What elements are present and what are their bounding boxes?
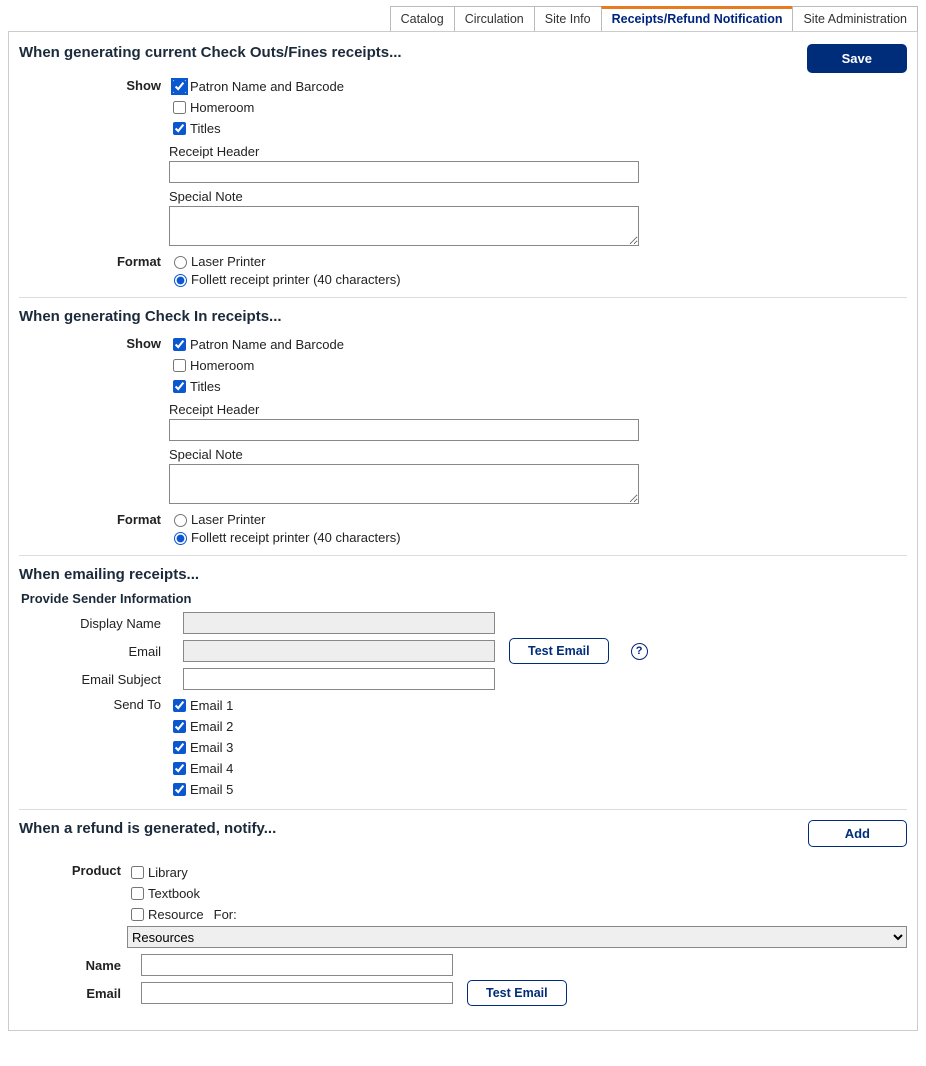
select-resource[interactable]: Resources: [127, 926, 907, 948]
section-checkouts-heading: When generating current Check Outs/Fines…: [19, 44, 907, 61]
checkbox-titles-checkouts[interactable]: [173, 122, 186, 135]
label-for: For:: [214, 907, 237, 922]
label-textbook: Textbook: [148, 886, 200, 901]
label-email3: Email 3: [190, 740, 233, 755]
help-icon[interactable]: ?: [631, 643, 648, 660]
checkbox-homeroom-checkin[interactable]: [173, 359, 186, 372]
checkbox-patron-checkin[interactable]: [173, 338, 186, 351]
label-email1: Email 1: [190, 698, 233, 713]
radio-laser-checkin[interactable]: [174, 514, 187, 527]
label-refund-name: Name: [19, 958, 127, 973]
label-display-name: Display Name: [19, 616, 169, 631]
label-format-checkin: Format: [19, 509, 169, 527]
label-sender-email: Email: [19, 644, 169, 659]
label-email5: Email 5: [190, 782, 233, 797]
main-tabs: Catalog Circulation Site Info Receipts/R…: [8, 6, 918, 32]
label-follett-checkin: Follett receipt printer (40 characters): [191, 530, 401, 545]
checkbox-resource[interactable]: [131, 908, 144, 921]
label-product: Product: [19, 861, 127, 878]
radio-follett-checkouts[interactable]: [174, 274, 187, 287]
input-email-subject[interactable]: [183, 668, 495, 690]
label-titles-checkin: Titles: [190, 379, 221, 394]
checkbox-email2[interactable]: [173, 720, 186, 733]
tab-site-administration[interactable]: Site Administration: [792, 6, 918, 31]
input-receipt-header-checkouts[interactable]: [169, 161, 639, 183]
checkbox-patron-checkouts[interactable]: [173, 80, 186, 93]
tab-circulation[interactable]: Circulation: [454, 6, 535, 31]
label-send-to: Send To: [19, 694, 169, 712]
label-resource: Resource: [148, 907, 204, 922]
input-sender-email[interactable]: [183, 640, 495, 662]
checkbox-email3[interactable]: [173, 741, 186, 754]
label-patron-checkouts: Patron Name and Barcode: [190, 79, 344, 94]
label-special-note-checkin: Special Note: [169, 447, 907, 462]
label-laser-checkin: Laser Printer: [191, 512, 265, 527]
label-email4: Email 4: [190, 761, 233, 776]
label-refund-email: Email: [19, 986, 127, 1001]
tab-receipts-refund[interactable]: Receipts/Refund Notification: [601, 6, 794, 31]
label-homeroom-checkouts: Homeroom: [190, 100, 254, 115]
label-show-checkouts: Show: [19, 75, 169, 93]
label-receipt-header-checkin: Receipt Header: [169, 402, 907, 417]
radio-follett-checkin[interactable]: [174, 532, 187, 545]
textarea-special-note-checkin[interactable]: [169, 464, 639, 504]
label-library: Library: [148, 865, 188, 880]
tab-site-info[interactable]: Site Info: [534, 6, 602, 31]
input-receipt-header-checkin[interactable]: [169, 419, 639, 441]
label-patron-checkin: Patron Name and Barcode: [190, 337, 344, 352]
sub-provider-heading: Provide Sender Information: [21, 591, 907, 606]
label-homeroom-checkin: Homeroom: [190, 358, 254, 373]
checkbox-titles-checkin[interactable]: [173, 380, 186, 393]
label-follett-checkouts: Follett receipt printer (40 characters): [191, 272, 401, 287]
section-checkin-heading: When generating Check In receipts...: [19, 308, 907, 325]
label-format-checkouts: Format: [19, 251, 169, 269]
checkbox-email5[interactable]: [173, 783, 186, 796]
checkbox-homeroom-checkouts[interactable]: [173, 101, 186, 114]
tab-catalog[interactable]: Catalog: [390, 6, 455, 31]
checkbox-library[interactable]: [131, 866, 144, 879]
label-email2: Email 2: [190, 719, 233, 734]
label-laser-checkouts: Laser Printer: [191, 254, 265, 269]
textarea-special-note-checkouts[interactable]: [169, 206, 639, 246]
save-button[interactable]: Save: [807, 44, 907, 73]
section-emailing-heading: When emailing receipts...: [19, 566, 907, 583]
checkbox-textbook[interactable]: [131, 887, 144, 900]
checkbox-email4[interactable]: [173, 762, 186, 775]
label-email-subject: Email Subject: [19, 672, 169, 687]
section-refund-heading: When a refund is generated, notify...: [19, 820, 907, 837]
label-receipt-header-checkouts: Receipt Header: [169, 144, 907, 159]
label-show-checkin: Show: [19, 333, 169, 351]
input-display-name[interactable]: [183, 612, 495, 634]
test-email-button-refund[interactable]: Test Email: [467, 980, 567, 1006]
input-refund-name[interactable]: [141, 954, 453, 976]
input-refund-email[interactable]: [141, 982, 453, 1004]
label-titles-checkouts: Titles: [190, 121, 221, 136]
add-button[interactable]: Add: [808, 820, 907, 847]
label-special-note-checkouts: Special Note: [169, 189, 907, 204]
test-email-button-sender[interactable]: Test Email: [509, 638, 609, 664]
radio-laser-checkouts[interactable]: [174, 256, 187, 269]
checkbox-email1[interactable]: [173, 699, 186, 712]
